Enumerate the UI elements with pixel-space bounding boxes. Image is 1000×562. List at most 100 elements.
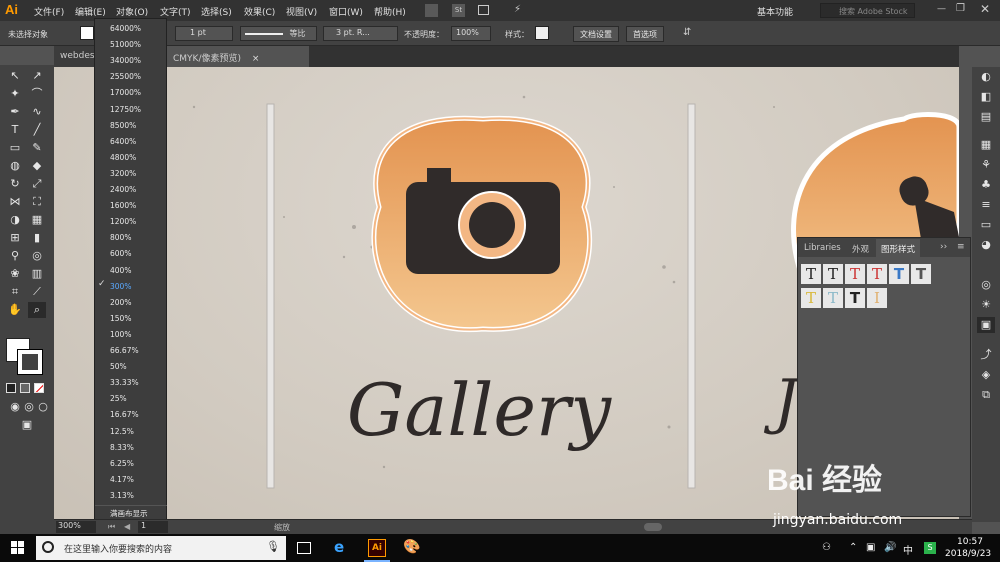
zoom-option[interactable]: 51000% — [95, 37, 167, 53]
menu-window[interactable]: 窗口(W) — [329, 5, 363, 18]
zoom-option[interactable]: 1600% — [95, 198, 167, 214]
panel-menu-icon[interactable]: ≡ — [957, 242, 965, 252]
eraser-tool-icon[interactable]: ◆ — [28, 158, 46, 174]
brushes-icon[interactable]: ⚘ — [977, 157, 995, 173]
stock-icon[interactable]: St — [452, 4, 465, 17]
task-view-icon[interactable] — [297, 542, 311, 554]
preferences-button[interactable]: 首选项 — [626, 26, 664, 42]
style-swatch-7[interactable]: T — [801, 288, 821, 308]
zoom-option[interactable]: 66.67% — [95, 343, 167, 359]
style-swatch-9[interactable]: T — [845, 288, 865, 308]
zoom-option[interactable]: 34000% — [95, 53, 167, 69]
magic-wand-tool-icon[interactable]: ✦ — [6, 86, 24, 102]
panel-collapse-icon[interactable]: ›› — [940, 242, 947, 252]
shaper-tool-icon[interactable]: ◍ — [6, 158, 24, 174]
rotate-tool-icon[interactable]: ↻ — [6, 176, 24, 192]
zoom-option[interactable]: 800% — [95, 230, 167, 246]
mesh-tool-icon[interactable]: ⊞ — [6, 230, 24, 246]
tab-appearance[interactable]: 外观 — [852, 243, 869, 255]
graphic-style-swatch[interactable] — [535, 26, 549, 40]
zoom-option[interactable]: 6400% — [95, 134, 167, 150]
zoom-option[interactable]: 400% — [95, 263, 167, 279]
blend-tool-icon[interactable]: ◎ — [28, 248, 46, 264]
column-graph-tool-icon[interactable]: ▥ — [28, 266, 46, 282]
color-guide-icon[interactable]: ◧ — [977, 89, 995, 105]
tray-chevron-icon[interactable]: ⌃ — [849, 542, 857, 553]
stroke-profile-dropdown[interactable]: 等比 — [240, 26, 317, 41]
zoom-option[interactable]: 150% — [95, 311, 167, 327]
menu-type[interactable]: 文字(T) — [160, 5, 191, 18]
zoom-option[interactable]: 3200% — [95, 166, 167, 182]
network-icon[interactable]: ▣ — [866, 542, 875, 553]
volume-icon[interactable]: 🔊 — [884, 542, 896, 553]
eyedropper-tool-icon[interactable]: ⚲ — [6, 248, 24, 264]
fill-swatch[interactable] — [80, 26, 94, 40]
zoom-option[interactable]: 12750% — [95, 102, 167, 118]
menu-effect[interactable]: 效果(C) — [244, 5, 275, 18]
hand-tool-icon[interactable]: ✋ — [6, 302, 24, 318]
draw-inside-icon[interactable]: ○ — [34, 399, 52, 415]
tab-close-icon[interactable]: × — [252, 54, 260, 64]
bridge-icon[interactable] — [425, 4, 438, 17]
tab-document-2[interactable]: CMYK/像素预览) × — [167, 46, 309, 67]
workspace-switcher[interactable]: 基本功能 — [757, 5, 793, 18]
tab-graphic-styles[interactable]: 图形样式 — [876, 239, 921, 257]
zoom-option[interactable]: 12.5% — [95, 424, 167, 440]
color-panel-icon[interactable]: ◐ — [977, 69, 995, 85]
windows-start-icon[interactable] — [11, 541, 25, 555]
zoom-option[interactable]: 6.25% — [95, 456, 167, 472]
first-page-icon[interactable]: ⏮ — [108, 522, 115, 532]
zoom-option[interactable]: 100% — [95, 327, 167, 343]
paint-app-icon[interactable]: 🎨 — [403, 539, 421, 557]
zoom-option[interactable]: 4800% — [95, 150, 167, 166]
zoom-option[interactable]: 200% — [95, 295, 167, 311]
people-icon[interactable]: ⚇ — [822, 542, 831, 553]
zoom-option[interactable]: 4.17% — [95, 472, 167, 488]
layers-icon[interactable]: ◈ — [977, 367, 995, 383]
menu-help[interactable]: 帮助(H) — [374, 5, 406, 18]
maximize-icon[interactable]: ❐ — [956, 3, 966, 15]
horizontal-scrollbar-thumb[interactable] — [644, 523, 662, 531]
edge-browser-icon[interactable]: e — [334, 539, 350, 555]
artboards-icon[interactable]: ⧉ — [977, 387, 995, 403]
menu-file[interactable]: 文件(F) — [34, 5, 64, 18]
style-swatch-1[interactable]: T — [801, 264, 821, 284]
menu-edit[interactable]: 编辑(E) — [75, 5, 106, 18]
slice-tool-icon[interactable]: ⟋ — [28, 284, 46, 300]
pen-tool-icon[interactable]: ✒ — [6, 104, 24, 120]
direct-selection-tool-icon[interactable]: ↗ — [28, 68, 46, 84]
arrange-icon[interactable]: ⇵ — [683, 27, 703, 41]
prev-page-icon[interactable]: ◀ — [124, 522, 130, 531]
none-mode-icon[interactable] — [34, 383, 44, 393]
status-zoom-field[interactable]: 300% — [56, 521, 96, 533]
zoom-option[interactable]: 8.33% — [95, 440, 167, 456]
width-tool-icon[interactable]: ⋈ — [6, 194, 24, 210]
artboard-tool-icon[interactable]: ⌗ — [6, 284, 24, 300]
style-swatch-10[interactable]: I — [867, 288, 887, 308]
document-setup-button[interactable]: 文档设置 — [573, 26, 619, 42]
page-field[interactable]: 1 — [138, 521, 168, 533]
zoom-option[interactable]: 8500% — [95, 118, 167, 134]
free-transform-tool-icon[interactable]: ⛶ — [28, 194, 46, 210]
lasso-tool-icon[interactable]: ⌒ — [28, 86, 46, 102]
zoom-option[interactable]: 17000% — [95, 85, 167, 101]
zoom-option[interactable]: 600% — [95, 246, 167, 262]
zoom-option[interactable]: 64000% — [95, 21, 167, 37]
app-tray-icon[interactable]: S — [924, 542, 936, 554]
paintbrush-tool-icon[interactable]: ✎ — [28, 140, 46, 156]
style-swatch-2[interactable]: T — [823, 264, 843, 284]
zoom-tool-icon[interactable]: ⌕ — [28, 302, 46, 318]
style-swatch-3[interactable]: T — [845, 264, 865, 284]
export-icon[interactable]: ⤴ — [977, 347, 995, 363]
type-tool-icon[interactable]: T — [6, 122, 24, 138]
selection-tool-icon[interactable]: ↖ — [6, 68, 24, 84]
ime-icon[interactable]: 中 — [903, 542, 913, 557]
tab-libraries[interactable]: Libraries — [804, 243, 841, 253]
shape-builder-tool-icon[interactable]: ◑ — [6, 212, 24, 228]
scale-tool-icon[interactable]: ⤢ — [28, 176, 46, 192]
stroke-panel-icon[interactable]: ≡ — [977, 197, 995, 213]
tab-document-1[interactable]: webdes — [54, 46, 95, 67]
microphone-icon[interactable]: 🎙 — [266, 540, 280, 553]
gpu-performance-icon[interactable]: ⚡ — [514, 5, 528, 15]
stock-search-input[interactable]: 搜索 Adobe Stock — [820, 3, 915, 18]
